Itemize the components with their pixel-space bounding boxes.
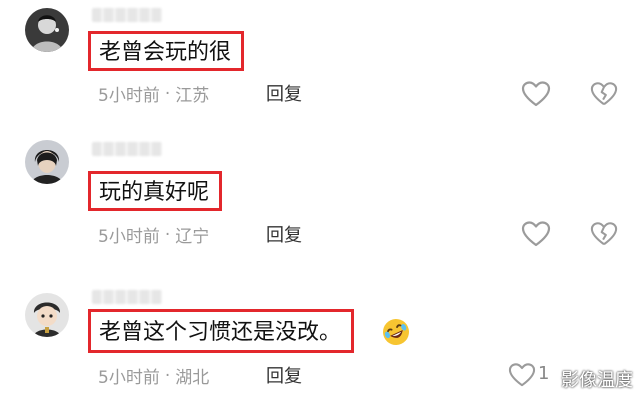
comment-time: 5小时前 [98, 86, 160, 106]
reply-button[interactable]: 回复 [266, 80, 302, 106]
comment-meta: 5小时前 · 辽宁 [98, 222, 210, 248]
watermark-text: 影像温度 [561, 370, 633, 391]
watermark: 影像温度 [561, 366, 633, 392]
broken-heart-outline-icon[interactable] [590, 220, 618, 248]
comment-meta: 5小时前 · 江苏 [98, 81, 210, 107]
comment-location: 辽宁 [175, 227, 210, 247]
comment-text: 老曾这个习惯还是没改。 [99, 320, 342, 345]
reply-button[interactable]: 回复 [266, 362, 302, 388]
avatar[interactable] [25, 140, 69, 184]
comment-text: 老曾会玩的很 [99, 40, 232, 65]
heart-outline-icon[interactable] [508, 362, 536, 388]
comment-text-highlight: 老曾会玩的很 [88, 31, 245, 71]
avatar[interactable] [25, 293, 69, 337]
avatar[interactable] [25, 8, 69, 52]
comment-time: 5小时前 [98, 368, 160, 388]
comment-time: 5小时前 [98, 227, 160, 247]
meta-separator: · [164, 365, 171, 386]
heart-outline-icon[interactable] [521, 220, 551, 248]
rolling-on-floor-laughing-icon [381, 317, 411, 347]
comment-meta: 5小时前 · 湖北 [98, 363, 210, 389]
reply-button[interactable]: 回复 [266, 221, 302, 247]
like-count: 1 [538, 363, 550, 384]
heart-outline-icon[interactable] [521, 80, 551, 108]
comment-text-highlight: 玩的真好呢 [88, 171, 223, 211]
broken-heart-outline-icon[interactable] [590, 80, 618, 108]
username-redacted [92, 8, 162, 22]
comment-text-highlight: 老曾这个习惯还是没改。 [88, 309, 355, 353]
comment-location: 江苏 [175, 86, 210, 106]
meta-separator: · [164, 83, 171, 104]
comment-location: 湖北 [175, 368, 210, 388]
username-redacted [92, 290, 162, 304]
comment-text: 玩的真好呢 [99, 180, 210, 205]
meta-separator: · [164, 224, 171, 245]
username-redacted [92, 142, 162, 156]
